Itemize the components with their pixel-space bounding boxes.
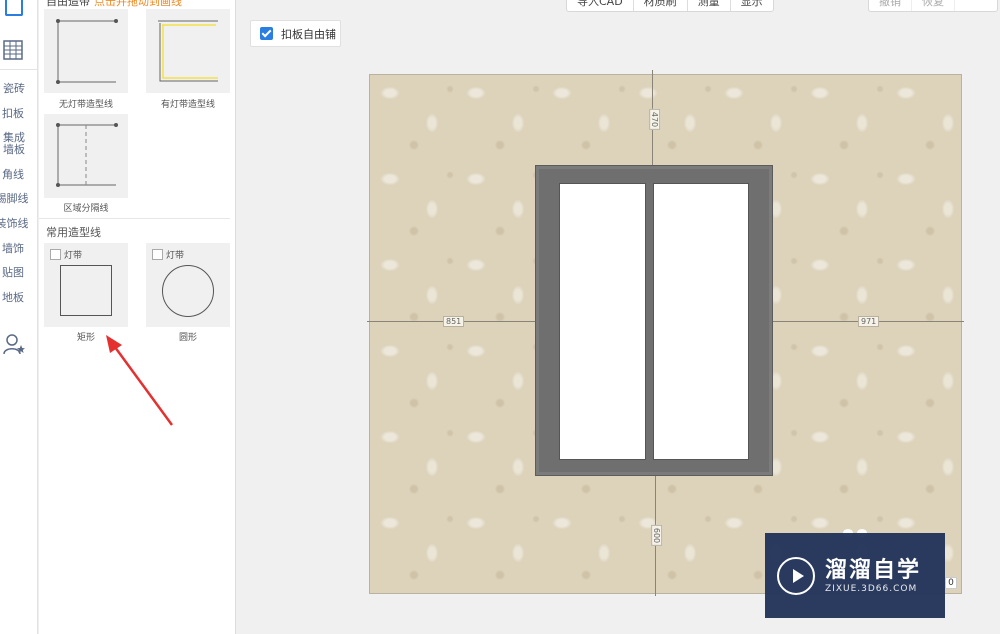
- rect-light-strip-label: 灯带: [64, 251, 83, 261]
- app-window: 瓷砖 扣板 集成 墙板 角线 踢脚线 装饰线 墙饰 贴图 地板 自由造带 点击并拖…: [0, 0, 1000, 634]
- category-skirting[interactable]: 踢脚线: [0, 193, 30, 205]
- circle-icon: [162, 265, 214, 317]
- redo-button[interactable]: 恢复: [912, 0, 955, 11]
- light-line-thumbnail: [158, 20, 218, 82]
- category-wall-decor[interactable]: 墙饰: [0, 243, 26, 255]
- rect-light-strip-toggle[interactable]: 灯带: [50, 248, 82, 261]
- free-tile-checkbox[interactable]: [260, 27, 273, 40]
- top-toolbar: 导入CAD 材质刷 测量 显示: [566, 0, 774, 12]
- card-light-line[interactable]: [146, 9, 230, 93]
- card-light-label: 有灯带造型线: [160, 100, 215, 110]
- measure-button[interactable]: 测量: [688, 0, 731, 11]
- rectangle-icon: [60, 265, 112, 316]
- category-corner-line[interactable]: 角线: [0, 169, 26, 181]
- section-divider: [39, 218, 230, 219]
- annotation-arrow-icon: [106, 335, 174, 426]
- window-mullion: [646, 183, 653, 460]
- site-watermark: 溜溜自学 ZIXUE.3D66.COM: [765, 533, 945, 618]
- panel-header: 自由造带 点击并拖动到画线: [46, 0, 182, 9]
- rail-divider: [0, 69, 38, 70]
- category-decor-line[interactable]: 装饰线: [0, 218, 30, 230]
- material-brush-button[interactable]: 材质刷: [634, 0, 688, 11]
- circle-light-strip-checkbox[interactable]: [152, 249, 163, 260]
- watermark-subtitle: ZIXUE.3D66.COM: [825, 583, 918, 594]
- card-no-light-line[interactable]: [44, 9, 128, 93]
- window-pane-right: [653, 183, 749, 460]
- card-rectangle[interactable]: 灯带: [44, 243, 128, 327]
- area-divider-thumbnail: [56, 123, 118, 187]
- category-tile[interactable]: 瓷砖: [0, 83, 28, 95]
- category-floor[interactable]: 地板: [0, 292, 26, 304]
- import-cad-button[interactable]: 导入CAD: [567, 0, 634, 11]
- card-no-light-label: 无灯带造型线: [58, 100, 113, 110]
- card-area-divider[interactable]: [44, 114, 128, 198]
- no-light-line-thumbnail: [56, 19, 118, 84]
- wall-icon[interactable]: [5, 0, 23, 16]
- dimension-label-top[interactable]: 470: [649, 108, 661, 131]
- dimension-label-left[interactable]: 851: [443, 316, 465, 327]
- watermark-text: 溜溜自学 ZIXUE.3D66.COM: [825, 558, 921, 594]
- user-favorite-icon[interactable]: [2, 332, 26, 356]
- window-pane-left: [559, 183, 646, 460]
- card-area-divider-label: 区域分隔线: [63, 204, 109, 214]
- panel-header-title: 自由造带: [46, 0, 90, 8]
- circle-light-strip-toggle[interactable]: 灯带: [152, 248, 184, 261]
- display-button[interactable]: 显示: [731, 0, 773, 11]
- dimension-label-bottom[interactable]: 600: [651, 524, 663, 547]
- undo-button[interactable]: 撤销: [869, 0, 912, 11]
- free-tile-label: 扣板自由铺: [281, 27, 336, 41]
- card-circle[interactable]: 灯带: [146, 243, 230, 327]
- play-logo-icon: [777, 556, 815, 595]
- history-toolbar: 撤销 恢复: [868, 0, 998, 12]
- left-rail: 瓷砖 扣板 集成 墙板 角线 踢脚线 装饰线 墙饰 贴图 地板: [0, 0, 38, 634]
- category-integrated-wallboard[interactable]: 集成 墙板: [0, 132, 28, 156]
- rect-light-strip-checkbox[interactable]: [50, 249, 61, 260]
- panel-header-hint: 点击并拖动到画线: [94, 0, 182, 8]
- free-tile-toggle[interactable]: 扣板自由铺: [250, 20, 341, 47]
- category-texture[interactable]: 贴图: [0, 267, 26, 279]
- brick-grid-icon[interactable]: [3, 40, 23, 60]
- dimension-label-right[interactable]: 971: [858, 316, 880, 327]
- style-line-panel: 自由造带 点击并拖动到画线 无灯带造型线 有灯带造型线 区域分隔线 常用造型线 …: [39, 0, 236, 634]
- common-shapes-title: 常用造型线: [46, 226, 101, 239]
- corner-value: 0: [945, 577, 957, 589]
- category-panel[interactable]: 扣板: [0, 108, 26, 120]
- watermark-title: 溜溜自学: [825, 557, 922, 583]
- circle-light-strip-label: 灯带: [166, 251, 185, 261]
